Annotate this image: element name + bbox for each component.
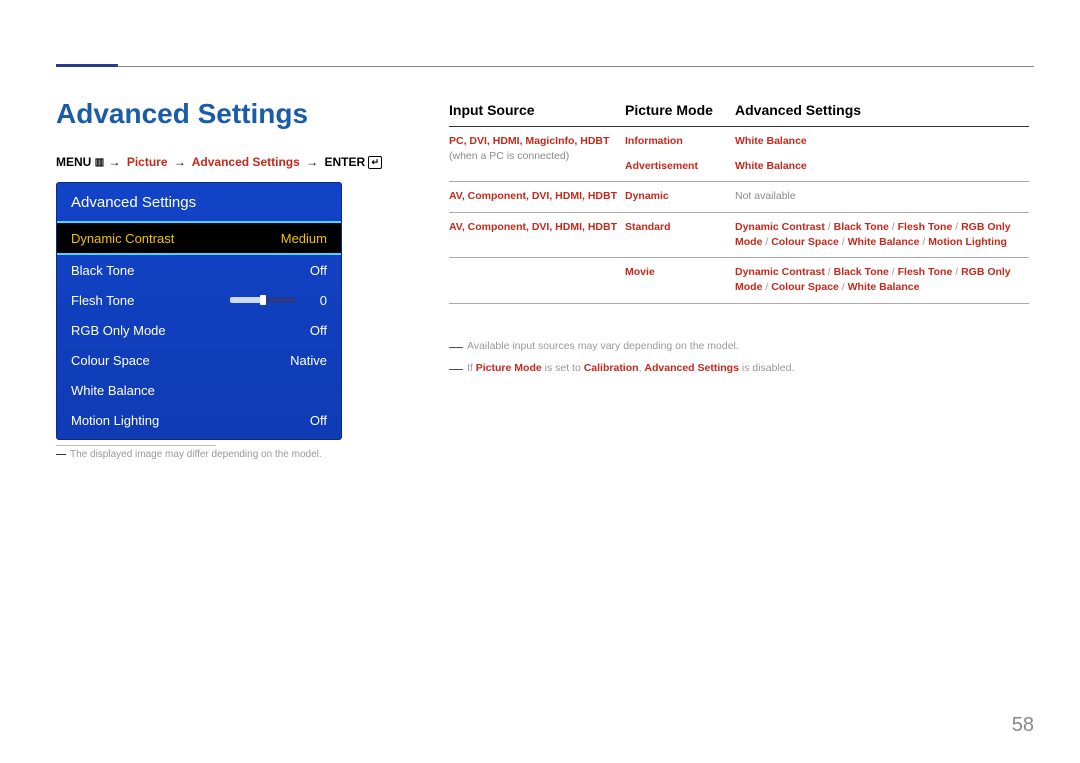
slider-thumb[interactable] bbox=[260, 295, 266, 305]
osd-slider[interactable] bbox=[230, 297, 296, 303]
advanced-option: White Balance bbox=[848, 281, 920, 293]
enter-icon: ↵ bbox=[368, 156, 382, 169]
page-heading: Advanced Settings bbox=[56, 98, 308, 130]
osd-label: RGB Only Mode bbox=[71, 323, 166, 338]
osd-value: 0 bbox=[320, 293, 327, 308]
footnote-bold: Advanced Settings bbox=[644, 362, 739, 374]
osd-value: Off bbox=[310, 323, 327, 338]
osd-row-dynamic-contrast[interactable]: Dynamic Contrast Medium bbox=[57, 221, 341, 255]
breadcrumb: MENU ▥ → Picture → Advanced Settings → E… bbox=[56, 155, 382, 169]
osd-label: Black Tone bbox=[71, 263, 134, 278]
advanced-option: Colour Space bbox=[771, 236, 839, 248]
advanced-option: Black Tone bbox=[834, 266, 889, 278]
osd-footnote-text: The displayed image may differ depending… bbox=[70, 449, 322, 460]
source-list: PC, DVI, HDMI, MagicInfo, HDBT bbox=[449, 135, 609, 147]
breadcrumb-arrow: → bbox=[108, 155, 120, 169]
menu-icon: ▥ bbox=[95, 157, 102, 168]
source-list: AV, Component, DVI, HDMI, HDBT bbox=[449, 189, 625, 204]
osd-label: Colour Space bbox=[71, 353, 150, 368]
footnote-text: Available input sources may vary dependi… bbox=[467, 340, 739, 352]
settings-table: Input Source Picture Mode Advanced Setti… bbox=[449, 102, 1029, 304]
table-footnotes: ―Available input sources may vary depend… bbox=[449, 338, 794, 382]
advanced-option: Colour Space bbox=[771, 281, 839, 293]
picture-mode: Information bbox=[625, 134, 735, 149]
osd-panel: Advanced Settings Dynamic Contrast Mediu… bbox=[56, 182, 342, 440]
osd-row-rgb-only[interactable]: RGB Only Mode Off bbox=[57, 315, 341, 345]
table-row: Movie Dynamic Contrast / Black Tone / Fl… bbox=[449, 258, 1029, 303]
picture-mode: Movie bbox=[625, 265, 735, 295]
th-advanced-settings: Advanced Settings bbox=[735, 102, 1029, 118]
footnote-bold: Calibration bbox=[584, 362, 639, 374]
advanced-option: Flesh Tone bbox=[898, 221, 953, 233]
table-head: Input Source Picture Mode Advanced Setti… bbox=[449, 102, 1029, 127]
osd-row-colour-space[interactable]: Colour Space Native bbox=[57, 345, 341, 375]
breadcrumb-menu: MENU bbox=[56, 155, 91, 169]
advanced-option: Flesh Tone bbox=[898, 266, 953, 278]
osd-row-black-tone[interactable]: Black Tone Off bbox=[57, 255, 341, 285]
table-row: AV, Component, DVI, HDMI, HDBT Dynamic N… bbox=[449, 182, 1029, 212]
osd-value: Native bbox=[290, 353, 327, 368]
footnote-text: is set to bbox=[542, 362, 584, 374]
osd-value: Medium bbox=[281, 231, 327, 246]
th-picture-mode: Picture Mode bbox=[625, 102, 735, 118]
advanced-option: Dynamic Contrast bbox=[735, 266, 825, 278]
breadcrumb-advanced: Advanced Settings bbox=[192, 155, 300, 169]
page-top-rule bbox=[56, 66, 1034, 67]
footnote-text: is disabled. bbox=[739, 362, 794, 374]
advanced-option: White Balance bbox=[848, 236, 920, 248]
osd-value: Off bbox=[310, 413, 327, 428]
advanced-option: Not available bbox=[735, 189, 1029, 204]
osd-value: Off bbox=[310, 263, 327, 278]
source-list: AV, Component, DVI, HDMI, HDBT bbox=[449, 220, 625, 250]
slider-fill bbox=[230, 297, 263, 303]
advanced-option: Black Tone bbox=[834, 221, 889, 233]
breadcrumb-enter: ENTER bbox=[324, 155, 365, 169]
advanced-option-list: Dynamic Contrast / Black Tone / Flesh To… bbox=[735, 265, 1029, 295]
osd-row-white-balance[interactable]: White Balance bbox=[57, 375, 341, 405]
page-top-accent bbox=[56, 64, 118, 67]
picture-mode: Advertisement bbox=[625, 159, 735, 174]
advanced-option-list: Dynamic Contrast / Black Tone / Flesh To… bbox=[735, 220, 1029, 250]
breadcrumb-picture: Picture bbox=[127, 155, 168, 169]
table-row: PC, DVI, HDMI, MagicInfo, HDBT (when a P… bbox=[449, 127, 1029, 182]
page-number: 58 bbox=[1012, 714, 1034, 737]
th-input-source: Input Source bbox=[449, 102, 625, 118]
advanced-option: Motion Lighting bbox=[928, 236, 1007, 248]
advanced-option: White Balance bbox=[735, 159, 1029, 174]
picture-mode: Standard bbox=[625, 220, 735, 250]
table-row: AV, Component, DVI, HDMI, HDBT Standard … bbox=[449, 213, 1029, 258]
picture-mode: Dynamic bbox=[625, 189, 735, 204]
osd-title: Advanced Settings bbox=[57, 183, 341, 221]
footnote-text: If bbox=[467, 362, 476, 374]
osd-row-motion-lighting[interactable]: Motion Lighting Off bbox=[57, 405, 341, 435]
advanced-option: White Balance bbox=[735, 134, 1029, 149]
osd-row-flesh-tone[interactable]: Flesh Tone 0 bbox=[57, 285, 341, 315]
footnote-bold: Picture Mode bbox=[476, 362, 542, 374]
advanced-option: Dynamic Contrast bbox=[735, 221, 825, 233]
breadcrumb-arrow: → bbox=[174, 155, 186, 169]
osd-label: White Balance bbox=[71, 383, 155, 398]
osd-footnote: ―The displayed image may differ dependin… bbox=[56, 445, 322, 460]
osd-label: Motion Lighting bbox=[71, 413, 159, 428]
source-condition: (when a PC is connected) bbox=[449, 150, 569, 162]
osd-label: Flesh Tone bbox=[71, 293, 134, 308]
osd-label: Dynamic Contrast bbox=[71, 231, 174, 246]
breadcrumb-arrow: → bbox=[306, 155, 318, 169]
